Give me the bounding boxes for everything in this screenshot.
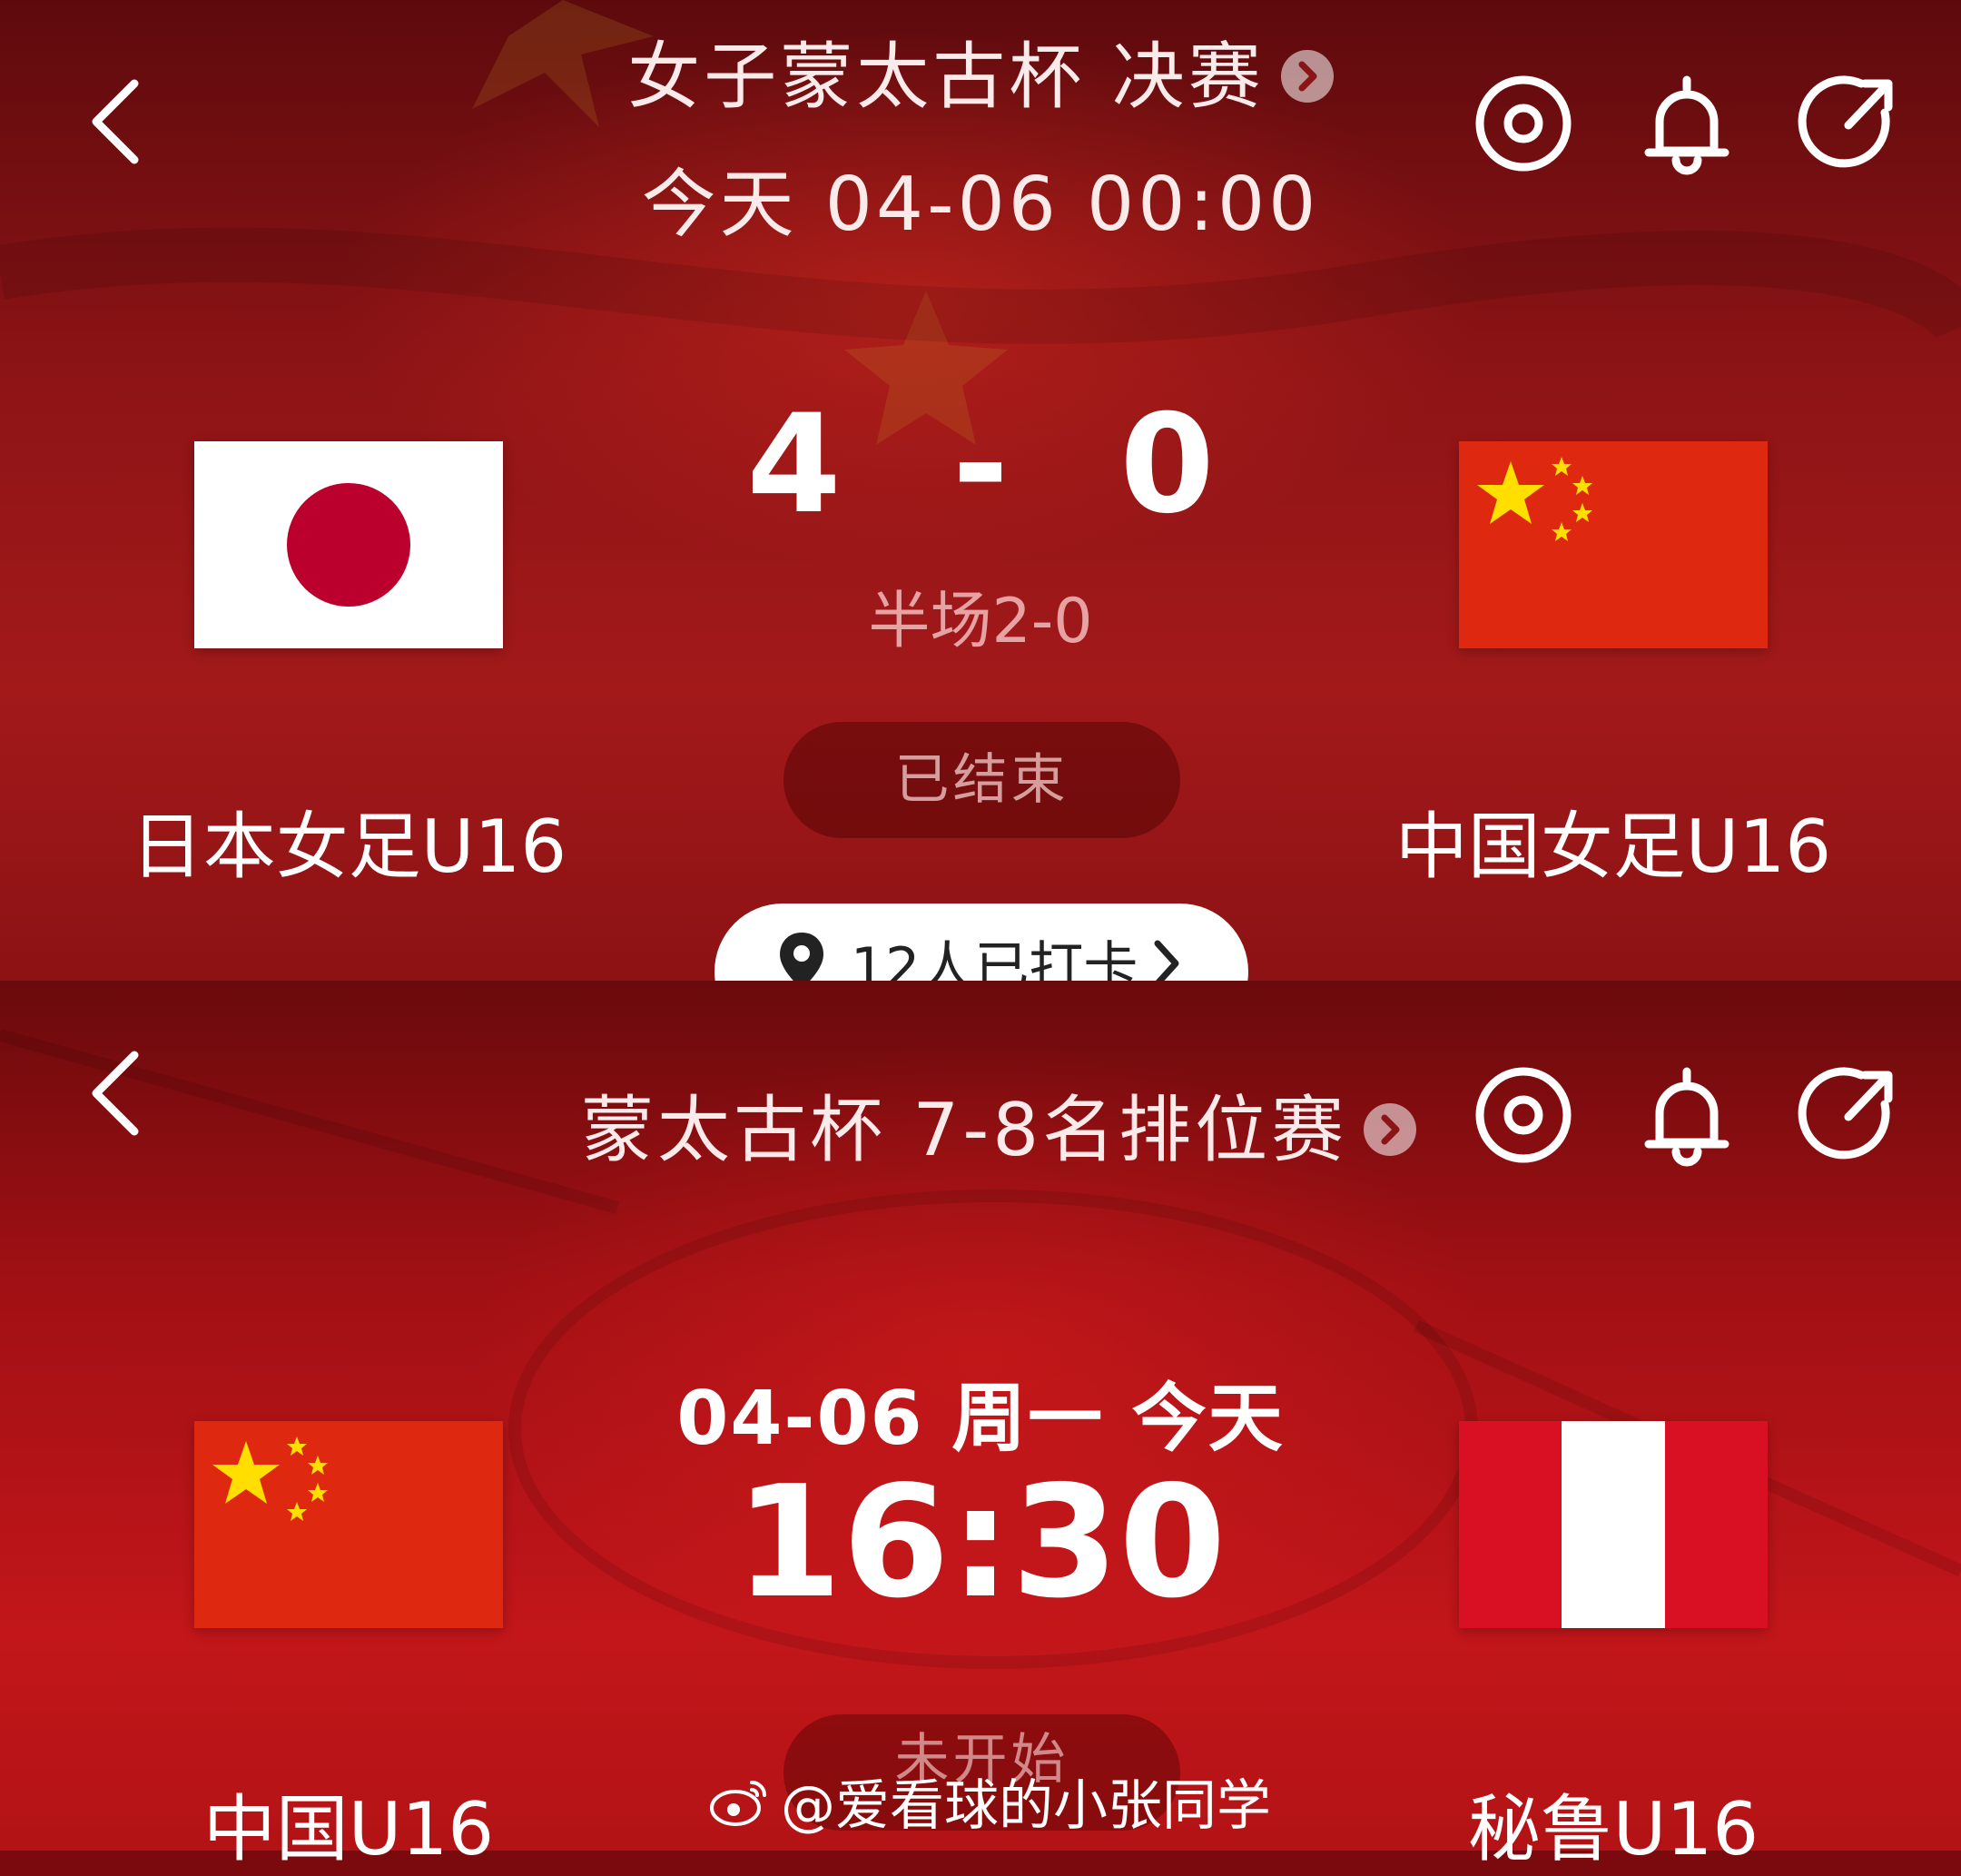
share-button[interactable] xyxy=(1796,69,1905,178)
home-team-name[interactable]: 日本女足U16 xyxy=(76,788,621,894)
home-team-name[interactable]: 中国U16 xyxy=(76,1771,621,1876)
target-icon xyxy=(1475,1067,1572,1163)
chevron-right-icon xyxy=(1154,940,1179,981)
japan-flag-icon xyxy=(194,441,503,648)
chevron-right-icon xyxy=(1280,50,1334,104)
home-score: 4 xyxy=(746,386,842,544)
location-pin-icon xyxy=(780,933,823,981)
china-flag-icon xyxy=(1459,441,1768,648)
away-team-flag[interactable] xyxy=(1459,441,1768,648)
score-display: 4 - 0 xyxy=(708,386,1253,544)
share-icon xyxy=(1798,75,1893,168)
competition-title: 女子蒙太古杯 决赛 xyxy=(627,35,1265,119)
bell-button[interactable] xyxy=(1632,1061,1741,1170)
watermark-text: @爱看球的小张同学 xyxy=(781,1774,1271,1838)
target-button[interactable] xyxy=(1469,1061,1578,1170)
away-team-name[interactable]: 中国女足U16 xyxy=(1341,788,1886,894)
competition-title: 蒙太古杯 7-8名排位赛 xyxy=(581,1088,1348,1172)
match-status-badge: 已结束 xyxy=(783,722,1180,838)
share-button[interactable] xyxy=(1796,1061,1905,1170)
away-score: 0 xyxy=(1119,386,1215,544)
chevron-right-icon xyxy=(1364,1103,1417,1157)
checkin-button[interactable]: 12人已打卡 xyxy=(714,903,1248,981)
match-date: 04-06 周一 今天 xyxy=(676,1376,1285,1462)
home-team-flag[interactable] xyxy=(194,441,503,648)
watermark: @爱看球的小张同学 xyxy=(708,1762,1271,1852)
match-header-final: 女子蒙太古杯 决赛 今天 04-06 00:00 4 - 0 半场2-0 已结束… xyxy=(0,0,1961,981)
bell-icon xyxy=(1644,1067,1729,1167)
halftime-score: 半场2-0 xyxy=(868,586,1093,657)
away-team-name[interactable]: 秘鲁U16 xyxy=(1341,1771,1886,1876)
weibo-icon xyxy=(708,1775,772,1843)
share-icon xyxy=(1798,1067,1893,1160)
score-separator: - xyxy=(951,386,1010,544)
checkin-count: 12人已打卡 xyxy=(851,936,1138,981)
kickoff-time: 16:30 xyxy=(734,1453,1227,1633)
target-button[interactable] xyxy=(1469,69,1578,178)
target-icon xyxy=(1475,75,1572,172)
bell-icon xyxy=(1644,75,1729,175)
bell-button[interactable] xyxy=(1632,69,1741,178)
